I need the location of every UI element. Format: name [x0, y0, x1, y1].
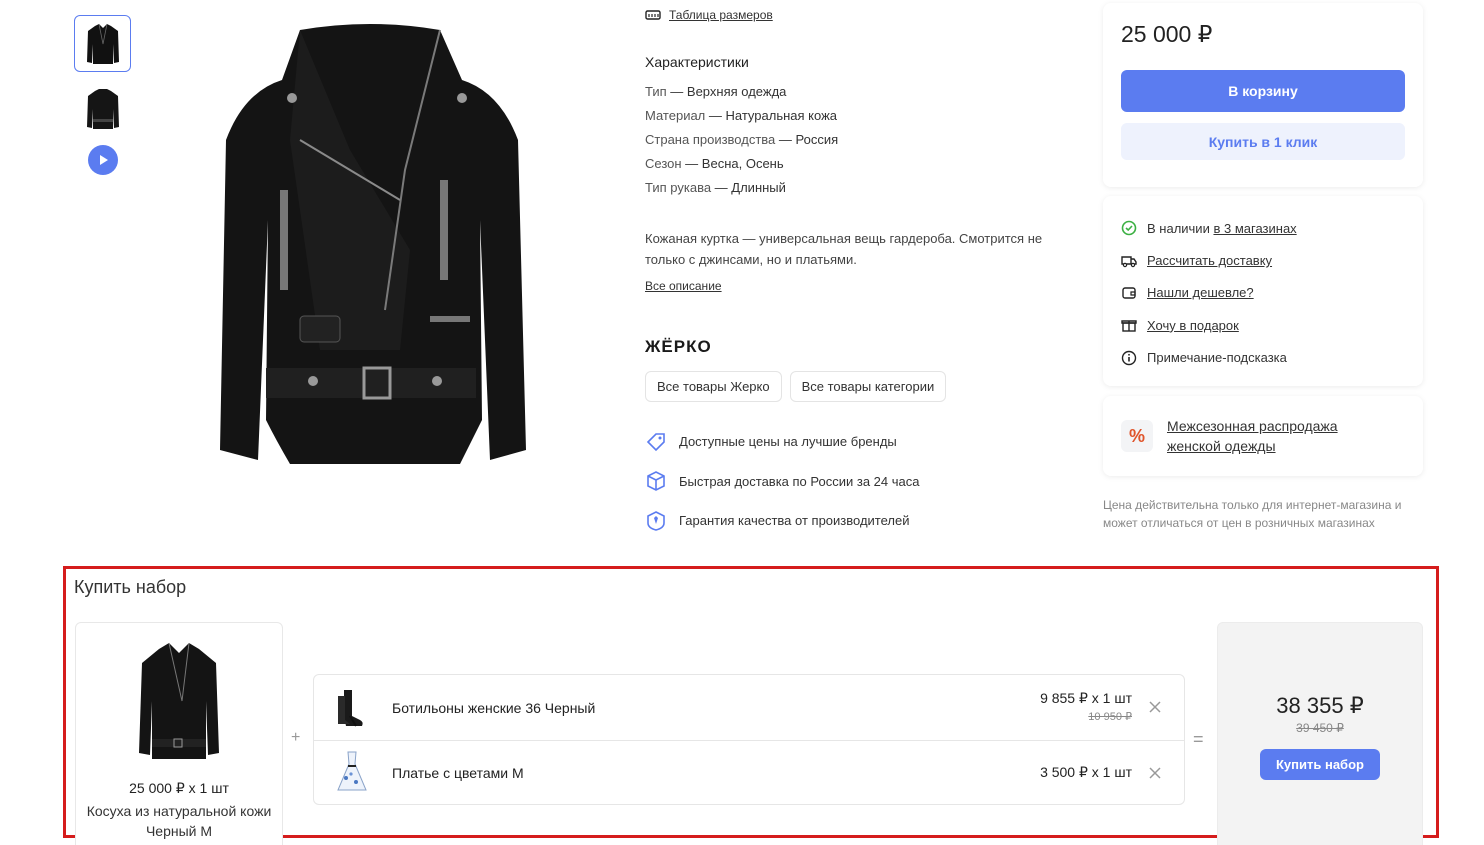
main-product-photo[interactable] — [200, 20, 540, 470]
char-row: Страна производства — Россия — [645, 132, 839, 147]
buy-card: 25 000 ₽ В корзину Купить в 1 клик — [1103, 3, 1423, 187]
close-icon — [1149, 767, 1161, 779]
bundle-item-price: 3 500 ₽ x 1 шт — [1040, 764, 1132, 780]
thumbnail-jacket-front[interactable] — [74, 15, 131, 72]
bundle-item-name: Платье с цветами M — [392, 765, 524, 781]
play-icon — [100, 155, 108, 165]
product-info: Таблица размеров Характеристики Тип — Ве… — [645, 0, 1075, 541]
equals-sign: = — [1193, 729, 1204, 749]
bundle-main-item-name: Косуха из натуральной кожи Черный M — [86, 803, 272, 839]
add-to-cart-button[interactable]: В корзину — [1121, 70, 1405, 112]
bundle-item-row: Платье с цветами M 3 500 ₽ x 1 шт — [314, 740, 1184, 805]
percent-icon: % — [1121, 420, 1153, 452]
thumbnail-jacket-back[interactable] — [74, 80, 131, 137]
all-brand-products-button[interactable]: Все товары Жерко — [645, 371, 782, 402]
bundle-item-name: Ботильоны женские 36 Черный — [392, 699, 596, 716]
ruler-icon — [645, 10, 661, 20]
product-description: Кожаная куртка — универсальная вещь гард… — [645, 231, 1043, 267]
wallet-icon — [1122, 287, 1136, 299]
stores-link[interactable]: в 3 магазинах — [1213, 221, 1296, 236]
want-gift-row[interactable]: Хочу в подарок — [1121, 309, 1405, 341]
char-row: Материал — Натуральная кожа — [645, 108, 838, 123]
gift-icon — [1121, 320, 1137, 333]
price-tag-icon — [646, 432, 665, 451]
in-stock-row: В наличии в 3 магазинах — [1121, 212, 1405, 244]
all-description-link[interactable]: Все описание — [645, 279, 722, 293]
check-circle-icon — [1121, 220, 1137, 236]
remove-item-button[interactable] — [1148, 764, 1162, 785]
bundle-old-price: 39 450 ₽ — [1296, 721, 1344, 735]
characteristics-list: Тип — Верхняя одежда Материал — Натураль… — [645, 80, 1075, 200]
truck-icon — [1121, 255, 1137, 267]
perk-item: Гарантия качества от производителей — [645, 501, 1075, 541]
remove-item-button[interactable] — [1148, 698, 1162, 719]
bundle-main-item-price: 25 000 ₽ x 1 шт — [129, 780, 229, 796]
price-disclaimer: Цена действительна только для интернет-м… — [1103, 498, 1402, 530]
characteristics-title: Характеристики — [645, 54, 749, 70]
bundle-main-item-image[interactable] — [134, 641, 224, 766]
bundle-title: Купить набор — [74, 577, 187, 597]
char-row: Сезон — Весна, Осень — [645, 156, 784, 171]
product-price: 25 000 ₽ — [1121, 21, 1213, 47]
bundle-item-price: 9 855 ₽ x 1 шт 10 950 ₽ — [1040, 690, 1132, 723]
all-category-products-button[interactable]: Все товары категории — [789, 371, 947, 402]
brand-buttons: Все товары Жерко Все товары категории — [645, 371, 1075, 402]
buy-bundle-button[interactable]: Купить набор — [1260, 749, 1380, 780]
promo-card[interactable]: % Межсезонная распродажа женской одежды — [1103, 396, 1423, 476]
perks-list: Доступные цены на лучшие бренды Быстрая … — [645, 422, 1075, 541]
brand-logo[interactable]: ЖЁРКО — [645, 337, 1075, 357]
plus-sign: + — [291, 729, 301, 746]
quality-badge-icon — [647, 510, 665, 531]
hint-note-row: Примечание-подсказка — [1121, 342, 1405, 374]
boots-image[interactable] — [332, 683, 372, 733]
bundle-total-price: 38 355 ₽ — [1276, 693, 1364, 718]
bundle-total: 38 355 ₽ 39 450 ₽ Купить набор — [1217, 622, 1423, 845]
bundle-item-row: Ботильоны женские 36 Черный 9 855 ₽ x 1 … — [314, 675, 1184, 740]
box-icon — [647, 471, 665, 492]
close-icon — [1149, 701, 1161, 713]
bundle-section: Купить набор 25 000 ₽ x 1 шт Косуха из н… — [63, 566, 1439, 845]
bundle-items-list: Ботильоны женские 36 Черный 9 855 ₽ x 1 … — [313, 674, 1185, 805]
calc-delivery-row[interactable]: Рассчитать доставку — [1121, 244, 1405, 276]
buy-one-click-button[interactable]: Купить в 1 клик — [1121, 123, 1405, 160]
size-table-link[interactable]: Таблица размеров — [645, 8, 1075, 22]
bundle-main-item: 25 000 ₽ x 1 шт Косуха из натуральной ко… — [75, 622, 283, 845]
char-row: Тип рукава — Длинный — [645, 180, 786, 195]
found-cheaper-row[interactable]: Нашли дешевле? — [1121, 277, 1405, 309]
perk-item: Быстрая доставка по России за 24 часа — [645, 462, 1075, 502]
info-icon — [1121, 350, 1137, 365]
char-row: Тип — Верхняя одежда — [645, 84, 787, 99]
video-play-button[interactable] — [88, 145, 118, 175]
thumbnail-strip — [74, 15, 132, 175]
perk-item: Доступные цены на лучшие бренды — [645, 422, 1075, 462]
dress-image[interactable] — [332, 748, 372, 798]
promo-link[interactable]: Межсезонная распродажа женской одежды — [1167, 416, 1338, 456]
availability-card: В наличии в 3 магазинах Рассчитать доста… — [1103, 196, 1423, 386]
